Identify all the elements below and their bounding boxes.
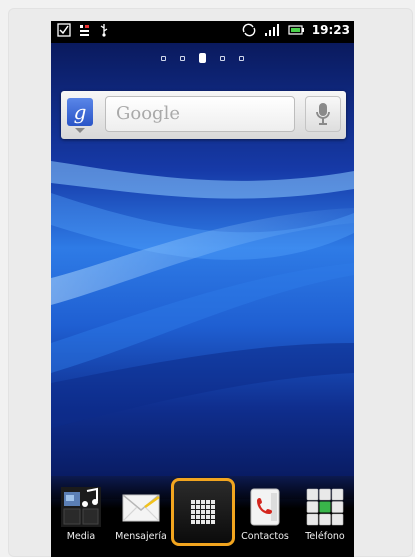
dock-label: Teléfono bbox=[305, 531, 345, 542]
app-dock: Media Mensajería Contactos Teléfono bbox=[51, 476, 354, 557]
signal-icon bbox=[264, 24, 279, 36]
google-logo-button[interactable]: g bbox=[67, 98, 93, 126]
dock-label: Mensajería bbox=[115, 531, 167, 542]
battery-icon bbox=[288, 25, 304, 35]
page-dot[interactable] bbox=[220, 55, 225, 61]
page-dot[interactable] bbox=[180, 55, 185, 61]
dock-item-phone[interactable]: Teléfono bbox=[297, 487, 353, 557]
page-dot-active[interactable] bbox=[199, 53, 206, 63]
dock-label: Media bbox=[66, 531, 96, 542]
app-grid-icon bbox=[191, 500, 215, 524]
media-icon bbox=[61, 487, 101, 527]
search-input[interactable]: Google bbox=[105, 96, 295, 132]
page-indicator bbox=[51, 53, 354, 63]
phone-screen: 19:23 g Google Media Mensajería Contacto… bbox=[51, 21, 354, 557]
page-dot[interactable] bbox=[161, 55, 166, 61]
envelope-icon bbox=[122, 494, 160, 522]
dock-item-messaging[interactable]: Mensajería bbox=[113, 487, 169, 557]
all-apps-button[interactable] bbox=[171, 478, 235, 546]
dock-label: Contactos bbox=[241, 531, 289, 542]
clock: 19:23 bbox=[311, 23, 350, 37]
sim-icon bbox=[80, 25, 89, 36]
dock-item-contacts[interactable]: Contactos bbox=[237, 487, 293, 557]
rotate-icon bbox=[242, 23, 256, 37]
checkbox-icon bbox=[57, 23, 71, 37]
contacts-book-icon bbox=[250, 488, 280, 526]
dialpad-icon bbox=[306, 488, 344, 526]
google-search-widget: g Google bbox=[61, 91, 346, 139]
microphone-icon bbox=[316, 103, 330, 125]
page-dot[interactable] bbox=[239, 55, 244, 61]
voice-search-button[interactable] bbox=[305, 96, 341, 132]
dock-item-media[interactable]: Media bbox=[53, 487, 109, 557]
status-bar: 19:23 bbox=[51, 21, 354, 43]
chevron-down-icon bbox=[75, 128, 85, 133]
usb-icon bbox=[100, 24, 108, 37]
